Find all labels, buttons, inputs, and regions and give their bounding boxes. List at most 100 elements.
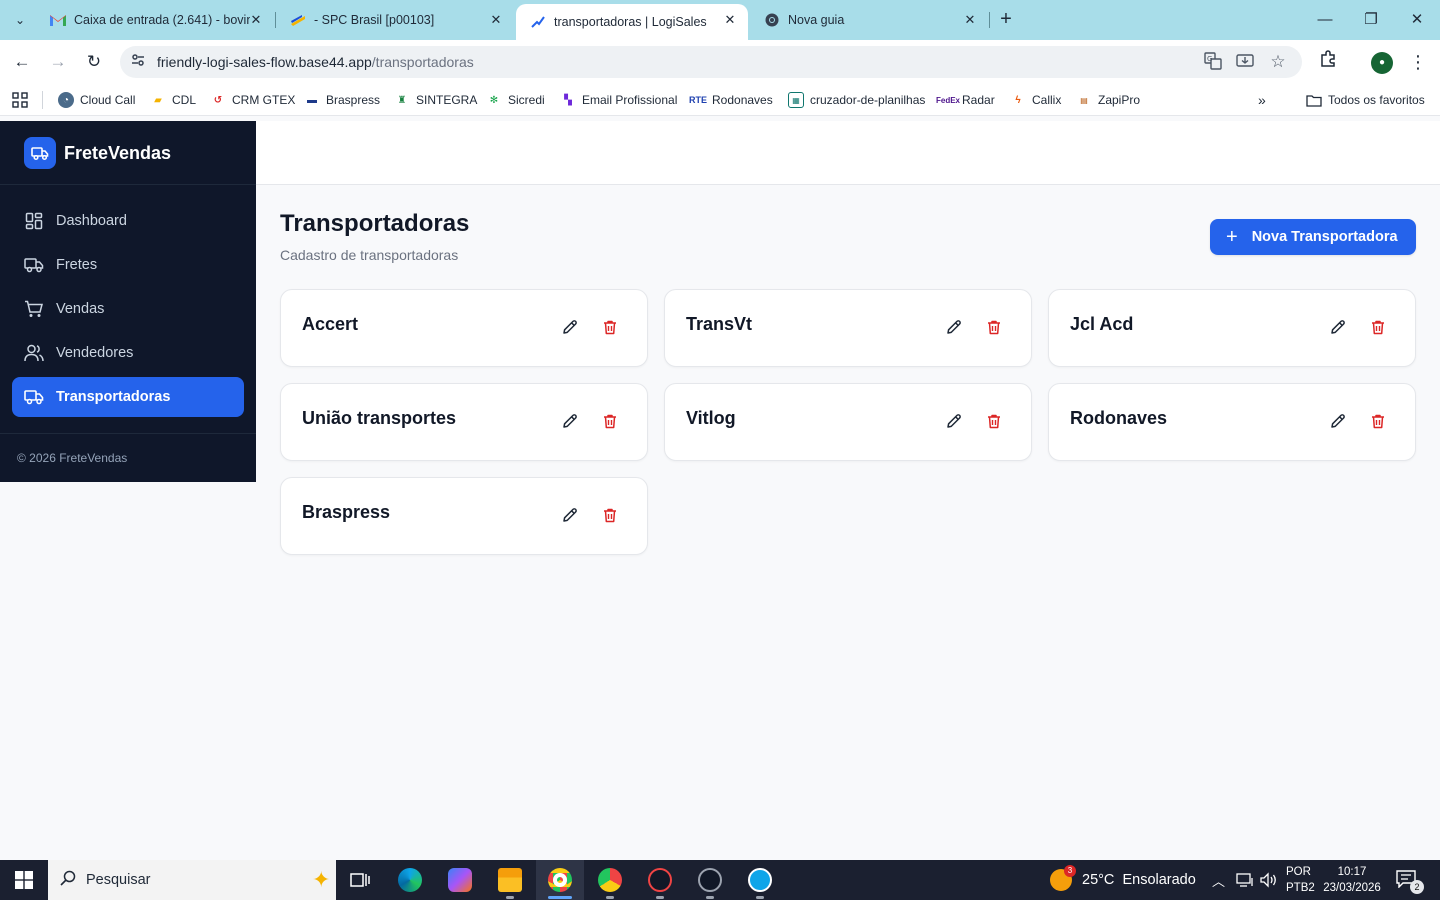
sidebar-item-transportadoras[interactable]: Transportadoras [12,377,244,417]
site-settings-icon[interactable] [128,52,148,72]
close-window-icon[interactable]: ✕ [1394,8,1440,32]
copilot-icon[interactable] [436,860,484,900]
profile-avatar[interactable]: ● [1371,52,1393,74]
sidebar-footer: © 2026 FreteVendas [17,451,128,465]
new-tab-plus-icon[interactable]: + [994,8,1018,32]
bookmark-email-profissional[interactable]: ▚ Email Profissional [560,91,677,109]
delete-carrier-button[interactable] [982,410,1006,434]
edit-carrier-button[interactable] [1326,410,1350,434]
truck-logo-icon [24,137,56,169]
trash-icon [986,413,1002,432]
clock[interactable]: 10:17 23/03/2026 [1322,864,1382,896]
edit-carrier-button[interactable] [558,410,582,434]
carrier-card: Rodonaves [1048,383,1416,461]
bookmark-callix[interactable]: ϟ Callix [1010,91,1061,109]
network-icon[interactable] [1236,860,1254,900]
windows-start-icon[interactable] [0,860,48,900]
bookmark-crm-gtex[interactable]: ↺ CRM GTEX [210,91,296,109]
bookmark-label: Sicredi [508,93,545,107]
tab-logisales[interactable]: transportadoras | LogiSales ✕ [516,4,748,40]
bookmark-cdl[interactable]: ▰ CDL [150,91,196,109]
tab-gmail[interactable]: Caixa de entrada (2.641) - bovin ✕ [36,0,274,40]
pencil-icon [946,319,962,338]
close-tab-icon[interactable]: ✕ [488,12,504,28]
delete-carrier-button[interactable] [1366,316,1390,340]
task-view-icon[interactable] [336,860,384,900]
tray-chevron-up-icon[interactable]: ︿ [1212,860,1225,900]
tab-search-chevron-icon[interactable]: ⌄ [6,6,34,34]
bookmark-sicredi[interactable]: ✻ Sicredi [486,91,545,109]
excel-app-icon[interactable] [636,860,684,900]
weather-widget[interactable]: 3 25°C Ensolarado [1050,860,1196,900]
volume-icon[interactable] [1260,860,1278,900]
sidebar-item-vendas[interactable]: Vendas [12,289,244,329]
trash-icon [602,319,618,338]
sidebar: FreteVendas Dashboard Fretes Vendas Vend… [0,121,256,482]
close-tab-icon[interactable]: ✕ [722,12,738,28]
carrier-name: Accert [302,314,359,334]
url-text: friendly-logi-sales-flow.base44.app/tran… [157,54,474,70]
bookmark-cruzador[interactable]: ▦ cruzador-de-planilhas [788,91,925,109]
restore-icon[interactable]: ❐ [1348,8,1394,32]
edit-carrier-button[interactable] [558,316,582,340]
brand-name: FreteVendas [64,142,172,163]
excel-app-icon-3[interactable] [736,860,784,900]
edit-carrier-button[interactable] [942,410,966,434]
install-app-icon[interactable] [1235,52,1255,72]
svg-text:G: G [1207,55,1212,63]
tab-new-tab[interactable]: Nova guia ✕ [750,0,988,40]
gmail-icon [50,12,66,28]
translate-icon[interactable]: G [1203,52,1223,72]
edit-carrier-button[interactable] [1326,316,1350,340]
sicredi-icon: ✻ [489,94,499,106]
delete-carrier-button[interactable] [598,410,622,434]
delete-carrier-button[interactable] [598,504,622,528]
back-arrow-icon[interactable]: ← [10,50,34,74]
bookmark-zapipro[interactable]: ▤ ZapiPro [1076,91,1140,109]
file-explorer-icon[interactable] [486,860,534,900]
reload-icon[interactable]: ↻ [82,50,106,74]
pencil-icon [562,413,578,432]
minimize-icon[interactable]: — [1302,8,1348,32]
edit-carrier-button[interactable] [942,316,966,340]
input-language[interactable]: POR PTB2 [1286,864,1315,896]
chrome-menu-kebab-icon[interactable]: ⋮ [1406,50,1430,74]
bookmark-rodonaves[interactable]: RTE Rodonaves [689,91,773,109]
bookmark-radar[interactable]: FedEx Radar [936,91,995,109]
carrier-card: Braspress [280,477,648,555]
new-carrier-label: Nova Transportadora [1251,229,1398,245]
delete-carrier-button[interactable] [1366,410,1390,434]
logisales-icon [530,14,546,30]
bookmark-braspress[interactable]: ▬ Braspress [304,91,380,109]
crm-gtex-icon: ↺ [213,94,223,106]
bookmark-cloud-call[interactable]: ◔ Cloud Call [58,91,135,109]
bookmark-label: Todos os favoritos [1328,93,1425,107]
delete-carrier-button[interactable] [982,316,1006,340]
notifications-icon[interactable]: 2 [1396,870,1424,894]
sidebar-item-vendedores[interactable]: Vendedores [12,333,244,373]
more-bookmarks-chevron-icon[interactable]: » [1258,91,1266,109]
new-carrier-button[interactable]: + Nova Transportadora [1210,219,1416,255]
taskbar-search[interactable]: Pesquisar ✦ [48,860,336,900]
tab-spc[interactable]: - SPC Brasil [p00103] ✕ [276,0,514,40]
sidebar-item-dashboard[interactable]: Dashboard [12,201,244,241]
bookmark-sintegra[interactable]: ♜ SINTEGRA [394,91,478,109]
apps-grid-icon[interactable] [12,91,28,109]
all-bookmarks-folder[interactable]: Todos os favoritos [1306,91,1425,109]
delete-carrier-button[interactable] [598,316,622,340]
clock-time: 10:17 [1337,866,1367,878]
chrome-profile-icon[interactable] [586,860,634,900]
brand[interactable]: FreteVendas [24,137,171,169]
excel-app-icon-2[interactable] [686,860,734,900]
chrome-taskbar-icon[interactable] [536,860,584,900]
extensions-puzzle-icon[interactable] [1316,50,1340,74]
bookmark-label: CRM GTEX [232,93,296,107]
forward-arrow-icon[interactable]: → [46,50,70,74]
close-tab-icon[interactable]: ✕ [248,12,264,28]
bookmark-star-icon[interactable]: ☆ [1268,52,1288,72]
close-tab-icon[interactable]: ✕ [962,12,978,28]
sidebar-item-fretes[interactable]: Fretes [12,245,244,285]
edit-carrier-button[interactable] [558,504,582,528]
edge-icon[interactable] [386,860,434,900]
address-bar[interactable]: friendly-logi-sales-flow.base44.app/tran… [120,46,1302,78]
